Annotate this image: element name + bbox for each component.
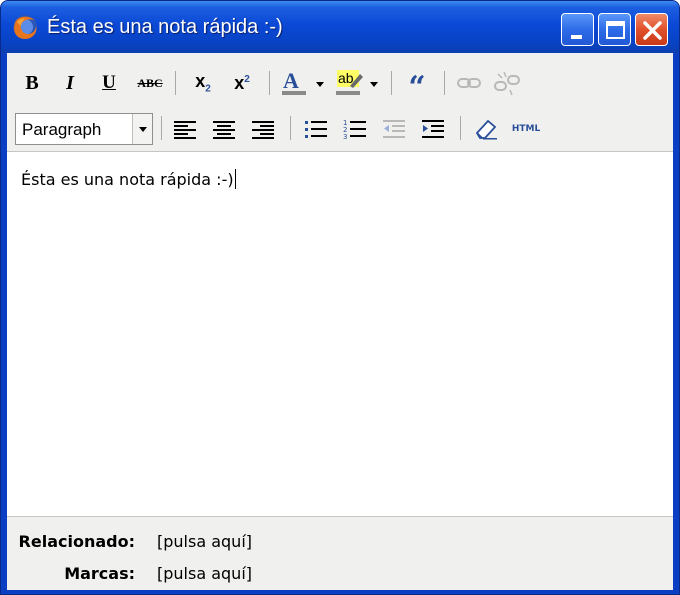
outdent-icon (383, 120, 405, 138)
unlink-icon (494, 71, 520, 96)
format-select-value: Paragraph (22, 120, 102, 139)
align-right-icon (252, 121, 274, 139)
indent-icon (422, 120, 444, 138)
editor-area[interactable]: Ésta es una nota rápida :-) (7, 153, 673, 516)
align-left-button[interactable] (172, 116, 198, 142)
toolbar-separator (161, 116, 162, 140)
link-button[interactable] (456, 70, 482, 96)
clear-format-button[interactable] (473, 116, 499, 142)
toolbar-separator (391, 71, 392, 95)
numbered-list-icon: 1 2 3 (343, 119, 366, 141)
align-right-button[interactable] (250, 116, 276, 142)
bold-icon: B (25, 71, 39, 94)
note-footer: Relacionado: [pulsa aquí] Marcas: [pulsa… (7, 516, 673, 590)
underline-button[interactable]: U (96, 70, 122, 96)
title-bar[interactable]: Ésta es una nota rápida :-) (1, 1, 679, 53)
subscript-button[interactable]: x2 (190, 70, 216, 96)
toolbar-separator (290, 116, 291, 140)
superscript-icon: x2 (234, 72, 250, 93)
quote-icon: “ (408, 70, 426, 105)
format-select[interactable]: Paragraph (15, 113, 153, 145)
tags-label: Marcas: (64, 564, 135, 583)
html-button[interactable]: HTML (507, 116, 545, 142)
indent-button[interactable] (420, 116, 446, 142)
eraser-icon (475, 119, 497, 140)
align-center-button[interactable] (211, 116, 237, 142)
svg-text:A: A (283, 68, 299, 93)
svg-text:3: 3 (343, 133, 347, 141)
strikethrough-icon: ABC (137, 75, 163, 90)
numbered-list-button[interactable]: 1 2 3 (342, 116, 368, 142)
related-label: Relacionado: (18, 532, 135, 551)
toolbar-separator (460, 116, 461, 140)
unlink-button[interactable] (494, 70, 520, 96)
toolbar-separator (444, 71, 445, 95)
related-link[interactable]: [pulsa aquí] (157, 532, 252, 551)
strikethrough-button[interactable]: ABC (134, 70, 166, 96)
window-content: B I U ABC x2 x2 A ab “ Paragraph 1 2 3 H… (7, 53, 673, 590)
tags-link[interactable]: [pulsa aquí] (157, 564, 252, 583)
text-caret (234, 169, 236, 189)
minimize-icon (571, 35, 582, 39)
maximize-button[interactable] (598, 13, 631, 46)
underline-icon: U (102, 72, 116, 93)
align-left-icon (174, 121, 196, 139)
highlight-icon: ab (336, 70, 378, 95)
italic-icon: I (66, 71, 74, 94)
firefox-icon[interactable] (11, 13, 39, 41)
highlight-color-button[interactable]: ab (334, 68, 382, 98)
editor-content[interactable]: Ésta es una nota rápida :-) (21, 169, 236, 189)
format-select-arrow[interactable] (132, 114, 152, 144)
text-color-icon: A (282, 68, 324, 95)
close-icon (643, 21, 662, 40)
text-color-button[interactable]: A (280, 68, 328, 98)
chevron-down-icon (139, 127, 147, 132)
superscript-button[interactable]: x2 (229, 70, 255, 96)
minimize-button[interactable] (561, 13, 594, 46)
link-icon (457, 78, 481, 88)
close-button[interactable] (635, 13, 668, 46)
svg-text:ab: ab (338, 70, 354, 86)
outdent-button[interactable] (381, 116, 407, 142)
toolbar-separator (175, 71, 176, 95)
blockquote-button[interactable]: “ (404, 70, 430, 103)
bullet-list-icon (305, 121, 327, 138)
toolbar-separator (269, 71, 270, 95)
italic-button[interactable]: I (57, 70, 83, 96)
bold-button[interactable]: B (19, 70, 45, 96)
editor-toolbar: B I U ABC x2 x2 A ab “ Paragraph 1 2 3 H… (7, 53, 673, 152)
html-icon: HTML (511, 124, 541, 134)
maximize-icon (606, 21, 625, 39)
note-window: Ésta es una nota rápida :-) B I U ABC x2… (0, 0, 680, 595)
window-title: Ésta es una nota rápida :-) (47, 16, 283, 38)
align-center-icon (213, 121, 235, 139)
bullet-list-button[interactable] (303, 116, 329, 142)
subscript-icon: x2 (195, 71, 211, 95)
